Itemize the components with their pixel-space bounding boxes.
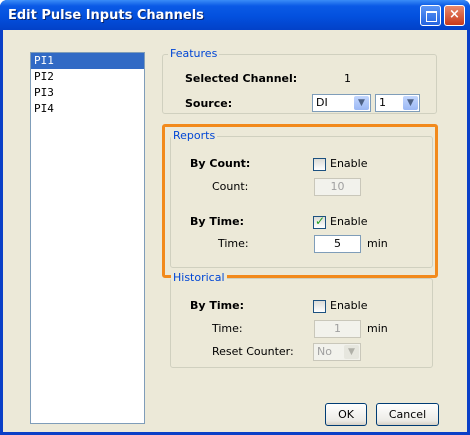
reset-counter-value: No [317, 345, 332, 358]
reset-counter-select[interactable]: No ▼ [313, 343, 361, 361]
list-item[interactable]: PI1 [31, 53, 144, 69]
channel-list[interactable]: PI1 PI2 PI3 PI4 [30, 52, 145, 424]
historical-by-time-label: By Time: [190, 299, 244, 312]
list-item[interactable]: PI4 [31, 101, 144, 117]
source-label: Source: [185, 97, 233, 110]
cancel-button[interactable]: Cancel [376, 403, 439, 426]
source-number-select[interactable]: 1 ▼ [375, 94, 420, 112]
historical-by-time-enable-checkbox[interactable] [313, 300, 326, 313]
dialog-body: PI1 PI2 PI3 PI4 Features Selected Channe… [3, 30, 467, 432]
historical-group: Historical [170, 271, 433, 368]
reset-counter-label: Reset Counter: [212, 345, 294, 358]
close-icon: × [449, 7, 460, 22]
chevron-down-icon[interactable]: ▼ [403, 96, 418, 110]
dialog-window: Edit Pulse Inputs Channels × PI1 PI2 PI3… [0, 0, 470, 435]
list-item[interactable]: PI2 [31, 69, 144, 85]
reports-highlight-box [162, 124, 438, 278]
title-bar[interactable]: Edit Pulse Inputs Channels × [0, 0, 470, 30]
list-item[interactable]: PI3 [31, 85, 144, 101]
historical-group-title: Historical [171, 271, 227, 284]
historical-by-time-enable-label[interactable]: Enable [330, 299, 367, 312]
features-group-title: Features [168, 47, 220, 60]
historical-time-label: Time: [212, 322, 243, 335]
window-title: Edit Pulse Inputs Channels [8, 8, 204, 23]
source-type-value: DI [316, 96, 328, 109]
source-number-value: 1 [379, 96, 386, 109]
source-type-select[interactable]: DI ▼ [312, 94, 371, 112]
close-button[interactable]: × [444, 5, 465, 26]
chevron-down-icon[interactable]: ▼ [344, 345, 359, 359]
historical-time-unit: min [367, 322, 388, 335]
chevron-down-icon[interactable]: ▼ [354, 96, 369, 110]
selected-channel-value: 1 [344, 72, 351, 85]
historical-time-input[interactable]: 1 [314, 320, 361, 338]
ok-button[interactable]: OK [325, 403, 367, 426]
restore-icon [426, 11, 437, 22]
restore-button[interactable] [420, 5, 441, 26]
selected-channel-label: Selected Channel: [185, 72, 298, 85]
